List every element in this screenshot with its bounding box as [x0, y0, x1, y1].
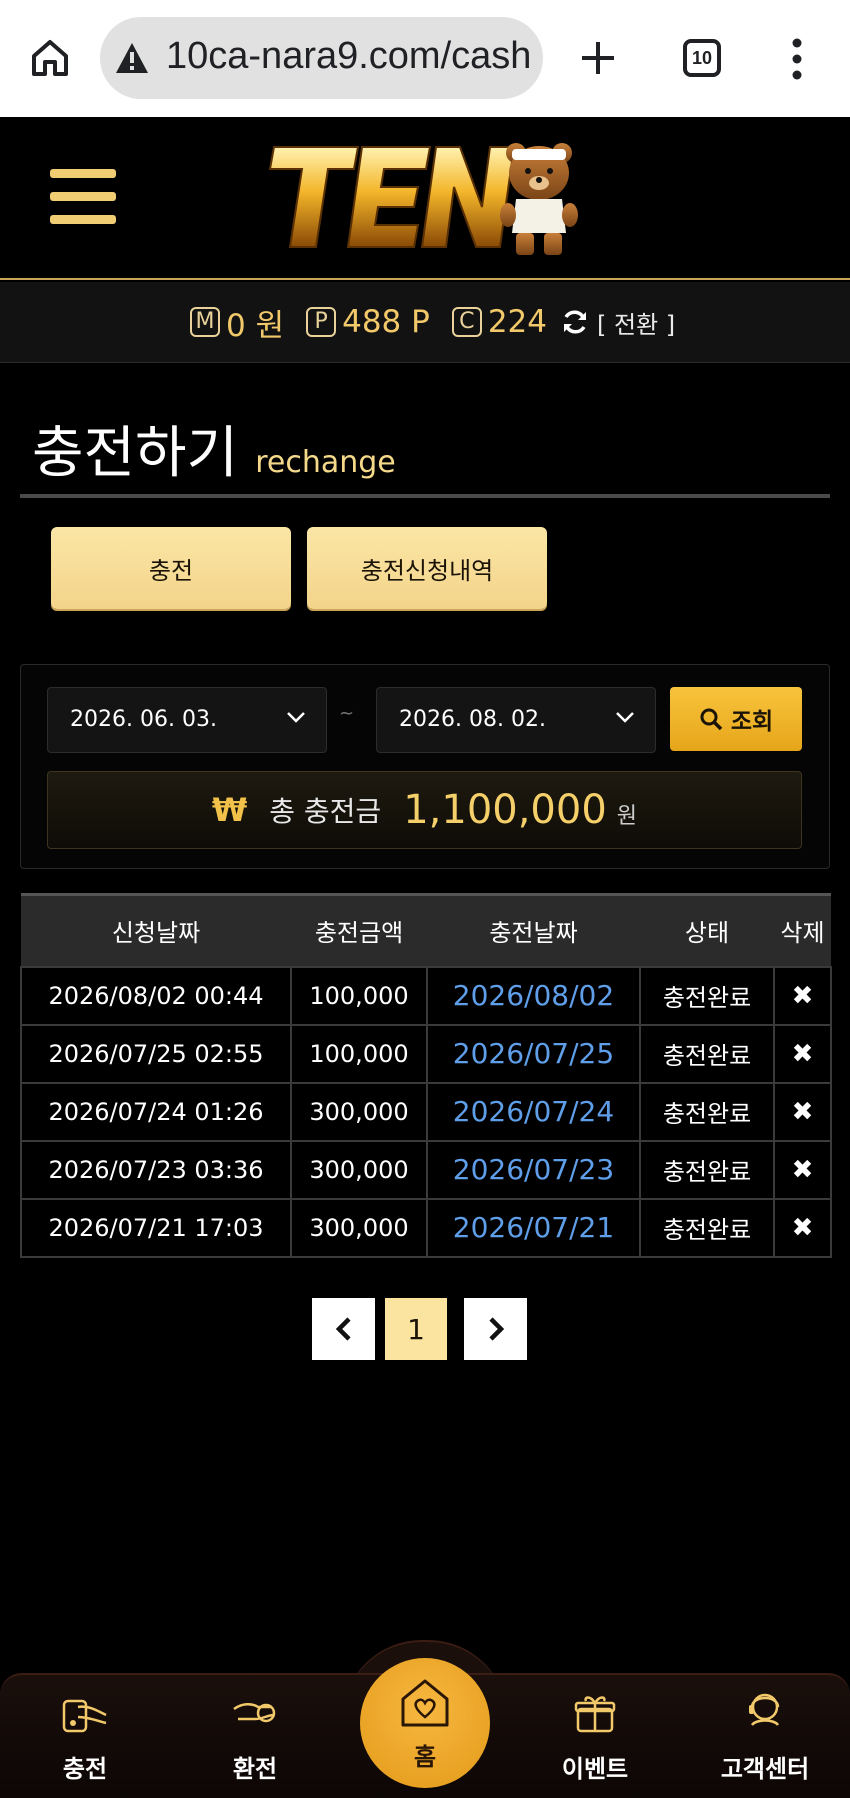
chevron-down-icon	[616, 712, 634, 723]
site-header	[0, 117, 850, 280]
next-page-button[interactable]	[464, 1298, 527, 1360]
address-bar[interactable]: 10ca-nara9.com/cash	[100, 17, 543, 99]
ten-logo[interactable]	[262, 137, 592, 263]
balance-bar: M 0 원 P 488 P C 224 [ 전환 ]	[0, 282, 850, 363]
gift-icon	[574, 1696, 616, 1733]
nav-withdraw-label: 환전	[232, 1755, 278, 1783]
amount-cell: 100,000	[290, 965, 428, 1026]
amount-cell: 300,000	[290, 1081, 428, 1142]
table-row: 2026/07/23 03:36 300,000 2026/07/23 충전완료…	[20, 1139, 832, 1200]
new-tab-icon[interactable]	[578, 38, 618, 78]
nav-support[interactable]: 고객센터	[700, 1685, 830, 1784]
date-range-separator: ~	[339, 703, 355, 724]
charge-date-cell: 2026/07/24	[426, 1081, 641, 1142]
search-button[interactable]: 조회	[670, 687, 802, 751]
amount-cell: 300,000	[290, 1139, 428, 1200]
table-row: 2026/08/02 00:44 100,000 2026/08/02 충전완료…	[20, 965, 832, 1026]
total-charge-value: 1,100,000	[403, 787, 607, 833]
request-date-cell: 2026/07/23 03:36	[20, 1139, 292, 1200]
point-balance: 488 P	[342, 304, 430, 340]
charge-date-cell: 2026/08/02	[426, 965, 641, 1026]
table-row: 2026/07/24 01:26 300,000 2026/07/24 충전완료…	[20, 1081, 832, 1142]
nav-home-label: 홈	[413, 1742, 437, 1771]
amount-cell: 300,000	[290, 1197, 428, 1258]
date-filter-panel: 2026. 06. 03. ~ 2026. 08. 02. 조회 ₩ 총 충전금…	[20, 664, 830, 869]
won-icon: ₩	[211, 791, 248, 829]
end-date-value: 2026. 08. 02.	[399, 707, 546, 732]
end-date-select[interactable]: 2026. 08. 02.	[376, 687, 656, 753]
header-request-date: 신청날짜	[21, 893, 291, 966]
chevron-left-icon	[335, 1317, 351, 1341]
request-date-cell: 2026/07/25 02:55	[20, 1023, 292, 1084]
nav-support-label: 고객센터	[720, 1755, 810, 1783]
point-badge: P	[306, 307, 337, 337]
headset-icon	[749, 1693, 780, 1726]
request-date-cell: 2026/07/21 17:03	[20, 1197, 292, 1258]
total-charge-summary: ₩ 총 충전금 1,100,000 원	[47, 771, 802, 849]
page-number-button[interactable]: 1	[385, 1298, 447, 1360]
hamburger-menu-icon[interactable]	[50, 169, 116, 225]
tab-charge-history[interactable]: 충전신청내역	[307, 527, 547, 609]
header-charge-date: 충전날짜	[427, 893, 640, 966]
more-menu-icon[interactable]	[790, 37, 804, 81]
delete-button[interactable]: ✖	[773, 1197, 832, 1258]
deposit-icon	[62, 1699, 107, 1733]
search-icon	[700, 708, 723, 731]
table-header-row: 신청날짜 충전금액 충전날짜 상태 삭제	[21, 893, 831, 966]
header-delete: 삭제	[774, 893, 831, 966]
prev-page-button[interactable]	[312, 1298, 375, 1360]
delete-button[interactable]: ✖	[773, 965, 832, 1026]
status-cell: 충전완료	[639, 1023, 775, 1084]
money-badge: M	[190, 307, 220, 337]
title-divider	[20, 494, 830, 498]
nav-event[interactable]: 이벤트	[530, 1685, 660, 1784]
request-date-cell: 2026/08/02 00:44	[20, 965, 292, 1026]
status-cell: 충전완료	[639, 1139, 775, 1200]
total-charge-unit: 원	[616, 804, 638, 829]
charge-date-cell: 2026/07/25	[426, 1023, 641, 1084]
page-title: 충전하기 rechange	[32, 408, 396, 489]
nav-withdraw[interactable]: 환전	[190, 1685, 320, 1784]
home-icon[interactable]	[28, 36, 72, 80]
home-heart-icon	[401, 1679, 449, 1726]
amount-cell: 100,000	[290, 1023, 428, 1084]
warning-icon[interactable]	[114, 41, 150, 75]
delete-button[interactable]: ✖	[773, 1081, 832, 1142]
status-cell: 충전완료	[639, 965, 775, 1026]
nav-home-button[interactable]: 홈	[360, 1658, 490, 1788]
comp-badge: C	[451, 307, 482, 337]
delete-button[interactable]: ✖	[773, 1139, 832, 1200]
comp-balance: 224	[487, 304, 547, 340]
nav-deposit-label: 충전	[62, 1755, 108, 1783]
chevron-right-icon	[488, 1317, 504, 1341]
delete-button[interactable]: ✖	[773, 1023, 832, 1084]
nav-deposit[interactable]: 충전	[20, 1685, 150, 1784]
browser-toolbar: 10ca-nara9.com/cash 10	[0, 0, 850, 117]
tab-charge[interactable]: 충전	[51, 527, 291, 609]
url-text[interactable]: 10ca-nara9.com/cash	[166, 35, 531, 78]
start-date-value: 2026. 06. 03.	[70, 707, 217, 732]
chevron-down-icon	[287, 712, 305, 723]
header-amount: 충전금액	[291, 893, 427, 966]
charge-history-table: 신청날짜 충전금액 충전날짜 상태 삭제 2026/08/02 00:44 10…	[20, 893, 832, 1258]
refresh-icon[interactable]	[561, 308, 589, 336]
charge-date-cell: 2026/07/21	[426, 1197, 641, 1258]
header-status: 상태	[640, 893, 774, 966]
status-cell: 충전완료	[639, 1197, 775, 1258]
withdraw-icon	[233, 1703, 276, 1723]
tab-switcher-button[interactable]: 10	[683, 39, 721, 77]
search-button-label: 조회	[730, 709, 774, 735]
start-date-select[interactable]: 2026. 06. 03.	[47, 687, 327, 753]
table-row: 2026/07/25 02:55 100,000 2026/07/25 충전완료…	[20, 1023, 832, 1084]
request-date-cell: 2026/07/24 01:26	[20, 1081, 292, 1142]
total-charge-label: 총 충전금	[269, 795, 382, 828]
money-balance: 0 원	[226, 307, 285, 344]
status-cell: 충전완료	[639, 1081, 775, 1142]
page-title-english: rechange	[255, 445, 396, 480]
charge-date-cell: 2026/07/23	[426, 1139, 641, 1200]
page-title-korean: 충전하기	[32, 421, 239, 486]
point-switch-link[interactable]: [ 전환 ]	[597, 305, 675, 340]
table-row: 2026/07/21 17:03 300,000 2026/07/21 충전완료…	[20, 1197, 832, 1258]
nav-event-label: 이벤트	[561, 1755, 629, 1783]
